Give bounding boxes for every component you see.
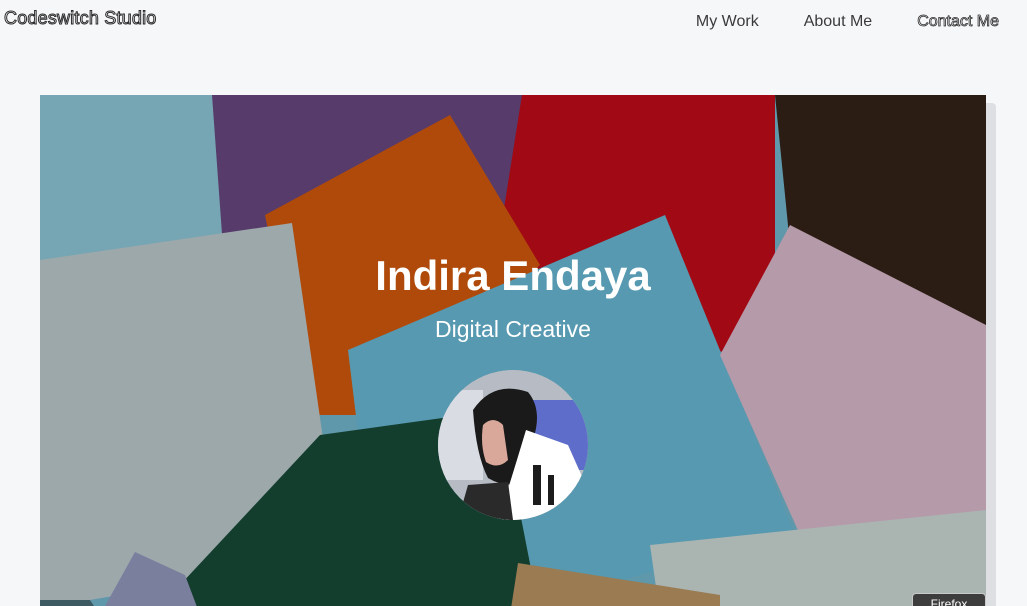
hero-name: Indira Endaya (375, 252, 651, 299)
nav-about-me[interactable]: About Me (804, 12, 872, 32)
hero-background-image (40, 95, 986, 606)
hero-tagline: Digital Creative (435, 316, 591, 342)
site-brand[interactable]: Codeswitch Studio (3, 8, 156, 29)
main-nav: My Work About Me Contact Me (696, 12, 1000, 32)
page: Codeswitch Studio My Work About Me Conta… (0, 0, 1027, 606)
firefox-badge: Firefox (912, 593, 986, 606)
nav-contact-me[interactable]: Contact Me (917, 12, 1000, 32)
profile-avatar (438, 370, 588, 520)
hero-section: Indira Endaya Digital Creative (40, 95, 986, 606)
profile-photo-icon (438, 370, 588, 520)
nav-my-work[interactable]: My Work (696, 12, 759, 32)
